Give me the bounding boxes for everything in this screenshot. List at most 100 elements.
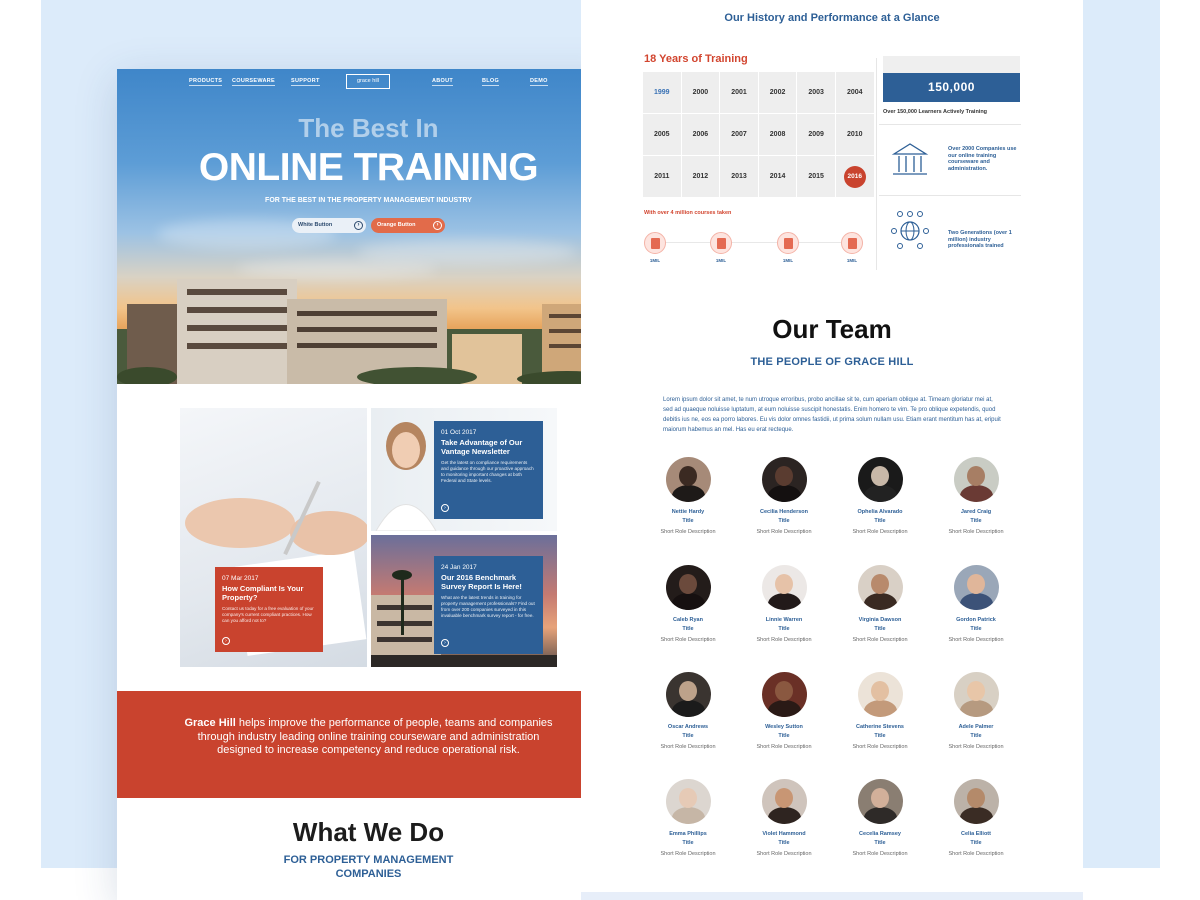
year-cell[interactable]: 2009 — [797, 114, 835, 155]
news-tile-newsletter[interactable]: 01 Oct 2017 Take Advantage of Our Vantag… — [371, 408, 557, 531]
year-cell[interactable]: 2013 — [720, 156, 758, 197]
orange-button[interactable]: Orange Button › — [371, 218, 445, 233]
year-label: 2016 — [843, 165, 866, 188]
member-name[interactable]: Caleb Ryan — [640, 616, 736, 625]
year-cell[interactable]: 2010 — [835, 114, 874, 155]
team-member[interactable]: Linnie Warren Title Short Role Description — [736, 565, 832, 647]
year-cell[interactable]: 2003 — [797, 72, 835, 113]
news-title[interactable]: How Compliant Is Your Property? — [222, 584, 316, 602]
team-member[interactable]: Nettie Hardy Title Short Role Description — [640, 457, 736, 539]
member-title: Title — [874, 518, 886, 524]
team-member[interactable]: Wesley Sutton Title Short Role Description — [736, 672, 832, 754]
news-date: 01 Oct 2017 — [441, 429, 477, 436]
team-member[interactable]: Caleb Ryan Title Short Role Description — [640, 565, 736, 647]
news-card: 24 Jan 2017 Our 2016 Benchmark Survey Re… — [434, 556, 543, 654]
nav-products[interactable]: PRODUCTS — [189, 78, 223, 86]
year-cell[interactable]: 2004 — [835, 72, 874, 113]
news-tile-survey[interactable]: 24 Jan 2017 Our 2016 Benchmark Survey Re… — [371, 535, 557, 667]
year-cell[interactable]: 2016 — [835, 156, 874, 197]
year-cell[interactable]: 2002 — [758, 72, 797, 113]
avatar — [953, 779, 999, 824]
year-cell[interactable]: 2000 — [681, 72, 720, 113]
team-member[interactable]: Emma Phillips Title Short Role Description — [640, 779, 736, 861]
course-label: 1MIL — [782, 258, 794, 263]
year-cell[interactable]: 2012 — [681, 156, 720, 197]
team-member[interactable]: Jared Craig Title Short Role Description — [928, 457, 1024, 539]
year-cell[interactable]: 2015 — [797, 156, 835, 197]
avatar-body — [959, 807, 993, 824]
news-title[interactable]: Take Advantage of Our Vantage Newsletter — [441, 438, 536, 456]
member-title: Title — [874, 733, 886, 739]
course-label: 1MIL — [715, 258, 727, 263]
avatar-body — [863, 593, 897, 610]
arrow-right-icon[interactable]: › — [222, 637, 230, 645]
member-name[interactable]: Jared Craig — [928, 508, 1024, 517]
year-cell[interactable]: 2001 — [720, 72, 758, 113]
member-name[interactable]: Adele Palmer — [928, 723, 1024, 732]
avatar-face — [678, 466, 697, 486]
team-member[interactable]: Ophelia Alvarado Title Short Role Descript… — [832, 457, 928, 539]
member-name[interactable]: Cecelia Ramsey — [832, 830, 928, 839]
avatar-face — [870, 574, 889, 594]
homepage-mockup: PRODUCTS COURSEWARE SUPPORT grace hill A… — [117, 69, 620, 900]
year-cell[interactable]: 2005 — [643, 114, 681, 155]
member-name[interactable]: Nettie Hardy — [640, 508, 736, 517]
member-title: Title — [682, 840, 694, 846]
member-name[interactable]: Linnie Warren — [736, 616, 832, 625]
member-name[interactable]: Emma Phillips — [640, 830, 736, 839]
news-desc: Get the latest on compliance requirement… — [441, 460, 534, 483]
team-member[interactable]: Oscar Andrews Title Short Role Description — [640, 672, 736, 754]
news-tile-compliance[interactable]: 07 Mar 2017 How Compliant Is Your Proper… — [180, 408, 367, 667]
team-member[interactable]: Catherine Stevens Title Short Role Descrip… — [832, 672, 928, 754]
member-description: Short Role Description — [756, 637, 812, 643]
about-text: helps improve the performance of people,… — [197, 717, 553, 756]
courses-note: With over 4 million courses taken — [644, 210, 732, 216]
team-member[interactable]: Adele Palmer Title Short Role Description — [928, 672, 1024, 754]
logo[interactable]: grace hill — [346, 74, 390, 89]
nav-about[interactable]: ABOUT — [432, 78, 454, 86]
avatar-body — [863, 485, 897, 502]
news-desc: Contact us today for a free evaluation o… — [222, 606, 314, 623]
team-member[interactable]: Violet Hammond Title Short Role Descriptio… — [736, 779, 832, 861]
team-member[interactable]: Gordon Patrick Title Short Role Descriptio… — [928, 565, 1024, 647]
team-member[interactable]: Virginia Dawson Title Short Role Descripti… — [832, 565, 928, 647]
member-name[interactable]: Violet Hammond — [736, 830, 832, 839]
member-name[interactable]: Wesley Sutton — [736, 723, 832, 732]
avatar — [761, 565, 807, 610]
member-name[interactable]: Catherine Stevens — [832, 723, 928, 732]
companies-stat: Over 2000 Companies use our online train… — [948, 146, 1017, 172]
news-card: 07 Mar 2017 How Compliant Is Your Proper… — [215, 567, 323, 652]
team-member[interactable]: Cecelia Ramsey Title Short Role Descriptio… — [832, 779, 928, 861]
year-cell[interactable]: 2011 — [643, 156, 681, 197]
member-name[interactable]: Celia Elliott — [928, 830, 1024, 839]
member-name[interactable]: Gordon Patrick — [928, 616, 1024, 625]
member-name[interactable]: Cecilia Henderson — [736, 508, 832, 517]
year-cell[interactable]: 2006 — [681, 114, 720, 155]
year-cell[interactable]: 1999 — [643, 72, 681, 113]
member-name[interactable]: Virginia Dawson — [832, 616, 928, 625]
member-name[interactable]: Ophelia Alvarado — [832, 508, 928, 517]
nav-support[interactable]: SUPPORT — [291, 78, 320, 86]
arrow-right-icon[interactable]: › — [441, 639, 449, 647]
course-label: 1MIL — [649, 258, 661, 263]
member-name[interactable]: Oscar Andrews — [640, 723, 736, 732]
arrow-right-icon[interactable]: › — [441, 504, 449, 512]
nav-blog[interactable]: BLOG — [482, 78, 500, 86]
avatar — [761, 457, 807, 502]
news-title[interactable]: Our 2016 Benchmark Survey Report Is Here… — [441, 573, 536, 591]
year-cell[interactable]: 2008 — [758, 114, 797, 155]
avatar — [857, 457, 903, 502]
avatar-body — [767, 485, 801, 502]
year-cell[interactable]: 2007 — [720, 114, 758, 155]
year-cell[interactable]: 2014 — [758, 156, 797, 197]
avatar-body — [959, 485, 993, 502]
member-title: Title — [778, 733, 790, 739]
course-label: 1MIL — [846, 258, 858, 263]
course-book-icon — [710, 232, 732, 254]
avatar-body — [671, 485, 705, 502]
nav-demo[interactable]: DEMO — [530, 78, 548, 86]
team-member[interactable]: Cecilia Henderson Title Short Role Descrip… — [736, 457, 832, 539]
white-button[interactable]: White Button › — [292, 218, 366, 233]
nav-courseware[interactable]: COURSEWARE — [232, 78, 276, 86]
team-member[interactable]: Celia Elliott Title Short Role Description — [928, 779, 1024, 861]
